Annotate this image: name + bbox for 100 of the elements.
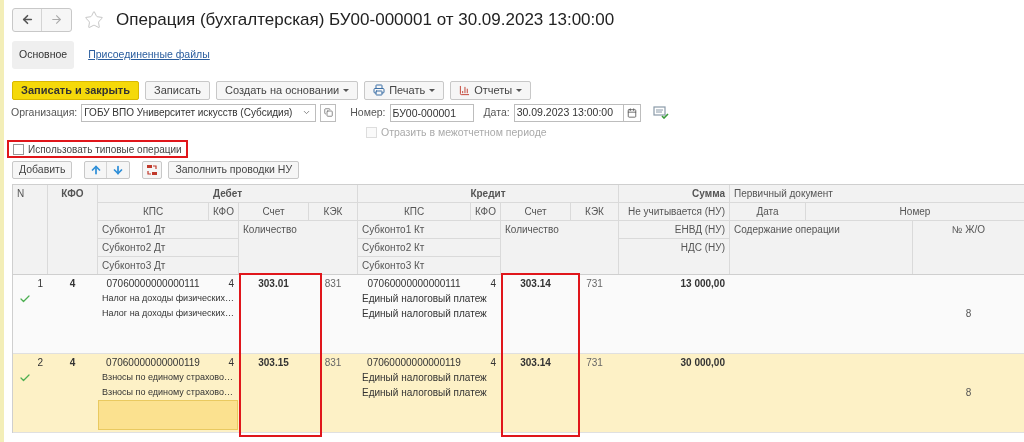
column-header: Номер [899, 206, 931, 218]
table-cell: 13 000,00 [680, 278, 725, 290]
tab[interactable]: Основное [12, 40, 75, 69]
column-header: N [17, 188, 25, 200]
create-based-on-button[interactable]: Создать на основании [216, 80, 359, 100]
column-header: Первичный документ [734, 188, 833, 200]
date-label: Дата: [483, 104, 510, 120]
column-header: Не учитывается (НУ) [628, 206, 725, 218]
fill-entries-button[interactable]: Заполнить проводки НУ [168, 161, 300, 180]
table-cell: Единый налоговый платеж [362, 372, 487, 384]
debit-credit-icon [146, 164, 159, 177]
column-header: КФО [213, 206, 234, 218]
column-header: КФО [475, 206, 496, 218]
column-header: Субконто1 Кт [362, 224, 425, 236]
table-cell: Единый налоговый платеж [362, 308, 487, 320]
column-header: КЭК [323, 206, 343, 218]
add-button[interactable]: Добавить [12, 161, 73, 180]
report-icon [459, 84, 471, 96]
column-header: Счет [262, 206, 285, 218]
column-header: Субконто2 Кт [362, 242, 425, 254]
table-cell: 303.14 [520, 278, 551, 290]
print-button[interactable]: Печать [364, 80, 445, 100]
selected-cell[interactable] [98, 400, 238, 431]
checkbox[interactable] [13, 143, 24, 155]
star-icon[interactable] [84, 9, 104, 30]
table-cell: 303.14 [520, 357, 551, 369]
back-arrow-icon [20, 13, 34, 27]
checkbox-label: Отразить в межотчетном периоде [381, 124, 547, 140]
column-header: Субконто3 Кт [362, 260, 425, 272]
table-cell: 07060000000000119 [106, 357, 200, 369]
printer-icon [373, 84, 386, 96]
table-cell: Единый налоговый платеж [362, 293, 487, 305]
table-cell-text: 8 [965, 307, 972, 322]
table-cell: 731 [586, 357, 603, 369]
organization-label: Организация: [11, 104, 78, 120]
swap-entries-button[interactable] [142, 161, 163, 180]
column-header: НДС (НУ) [680, 242, 725, 254]
table-cell: Налог на доходы физических… [102, 308, 234, 319]
column-header: Субконто3 Дт [102, 260, 166, 272]
column-header: ЕНВД (НУ) [674, 224, 725, 236]
reports-button[interactable]: Отчеты [450, 80, 532, 100]
table-cell: Налог на доходы физических… [102, 293, 234, 304]
document-check-icon[interactable] [652, 106, 669, 119]
table-row[interactable]: 2 4 07060000000000119 4 303.15 831 07060000000000119 4 303.14 731 30 000,00 Взносы по единому страхово… Единый налоговый платеж Взносы по единому страхово… Единый налоговый платеж 8 [13, 354, 1024, 434]
table-cell: 4 [228, 357, 234, 369]
table-cell: 831 [324, 357, 342, 369]
caret-icon [429, 88, 436, 92]
column-header: КЭК [585, 206, 604, 218]
column-header: Кредит [470, 188, 506, 200]
table-cell: 07060000000000111 [367, 278, 461, 290]
table-cell: 07060000000000119 [367, 357, 461, 369]
number-label: Номер: [350, 104, 386, 120]
column-header: Количество [243, 224, 297, 236]
column-header: КПС [403, 206, 425, 218]
table-cell: 1 [37, 278, 43, 290]
column-header: Субконто1 Дт [102, 224, 166, 236]
caret-icon [516, 88, 523, 92]
calendar-icon[interactable] [626, 107, 637, 118]
column-header: Дебет [212, 188, 243, 200]
column-header: Дата [756, 206, 779, 218]
table-cell: 303.15 [258, 357, 289, 369]
date-field[interactable]: 30.09.2023 13:00:00 [513, 103, 641, 122]
table-cell: 731 [586, 278, 603, 290]
column-header: № Ж/О [951, 224, 986, 236]
column-header: Сумма [692, 188, 725, 200]
save-close-button[interactable]: Записать и закрыть [12, 80, 140, 100]
table-cell-text: 8 [965, 386, 972, 401]
table-cell: Взносы по единому страхово… [102, 372, 234, 383]
table-cell: 4 [69, 357, 76, 369]
column-header: КФО [61, 188, 84, 200]
column-header: Субконто2 Дт [102, 242, 166, 254]
table-cell: Взносы по единому страхово… [102, 387, 234, 398]
window-title: Операция (бухгалтерская) БУ00-000001 от 30.09.2023 13:00:00 [116, 9, 615, 31]
number-field[interactable]: БУ00-000001 [389, 103, 474, 122]
down-arrow-icon [112, 164, 125, 177]
save-button[interactable]: Записать [145, 80, 211, 100]
table-cell: 07060000000000111 [106, 278, 200, 290]
organization-field[interactable]: ГОБУ ВПО Университет искусств (Субсидия) [81, 103, 317, 122]
column-header: КПС [142, 206, 164, 218]
table-cell: 2 [37, 357, 43, 369]
tab[interactable]: Присоединенные файлы [86, 40, 212, 69]
table-cell: 831 [324, 278, 342, 290]
up-arrow-icon [89, 164, 102, 177]
table-cell: 4 [490, 278, 496, 290]
table-cell: 4 [69, 278, 76, 290]
copy-icon [323, 108, 333, 117]
table-cell: 4 [490, 357, 496, 369]
table-row[interactable]: 1 4 07060000000000111 4 303.01 831 07060000000000111 4 303.14 731 13 000,00 Налог на доходы физических… Единый налоговый платеж Налог на доходы физических… Единый налоговый платеж 8 [13, 275, 1024, 355]
table-cell: 4 [228, 278, 234, 290]
checkbox-label: Использовать типовые операции [28, 142, 182, 157]
column-header: Содержание операции [734, 224, 840, 236]
table-cell: Единый налоговый платеж [362, 387, 487, 399]
column-header: Счет [524, 206, 547, 218]
table-cell: 30 000,00 [680, 357, 725, 369]
dropdown-icon[interactable] [302, 108, 312, 117]
column-header: Количество [505, 224, 559, 236]
open-button[interactable] [320, 103, 337, 122]
caret-icon [343, 88, 350, 92]
table-cell: 303.01 [258, 278, 289, 290]
forward-arrow-icon [50, 13, 63, 27]
